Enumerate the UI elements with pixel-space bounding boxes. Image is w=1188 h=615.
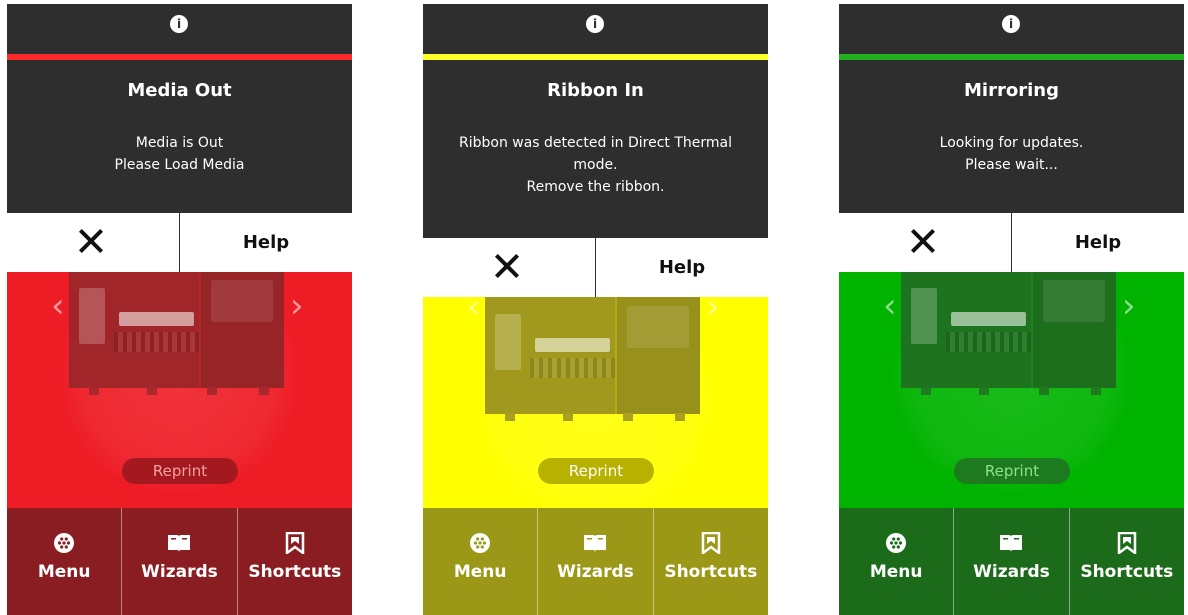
alert-actions: Help [839, 213, 1184, 272]
bookmark-icon [1117, 532, 1137, 554]
reprint-button[interactable]: Reprint [538, 458, 654, 484]
book-icon [584, 535, 607, 552]
alert-title: Ribbon In [547, 80, 644, 101]
wizards-button[interactable]: Wizards [537, 508, 652, 615]
shortcuts-button[interactable]: Shortcuts [1068, 508, 1184, 615]
printer-image [69, 270, 284, 395]
close-icon [908, 226, 938, 256]
alert-message: Ribbon was detected in Direct Thermal mo… [423, 132, 768, 198]
wizards-button[interactable]: Wizards [953, 508, 1068, 615]
dismiss-button[interactable] [423, 238, 596, 297]
close-icon [492, 251, 522, 281]
wizards-label: Wizards [973, 562, 1050, 582]
reprint-button[interactable]: Reprint [122, 458, 238, 484]
close-icon [76, 226, 106, 256]
menu-label: Menu [453, 562, 507, 582]
help-button[interactable]: Help [596, 238, 768, 297]
status-stripe [423, 54, 768, 60]
alert-message-line: Please Load Media [114, 157, 245, 173]
bottom-nav: Menu Wizards Shortcuts [423, 508, 768, 615]
printer-image [485, 296, 700, 421]
wizards-button[interactable]: Wizards [121, 508, 236, 615]
bookmark-icon [285, 532, 305, 554]
status-stripe [7, 54, 352, 60]
alert-title: Mirroring [964, 80, 1059, 101]
alert-message-line: Please wait... [965, 157, 1058, 173]
alert-header: i Ribbon In Ribbon was detected in Direc… [423, 4, 768, 238]
shortcuts-button[interactable]: Shortcuts [652, 508, 768, 615]
reprint-button[interactable]: Reprint [954, 458, 1070, 484]
menu-label: Menu [869, 562, 923, 582]
bookmark-icon [701, 532, 721, 554]
help-button[interactable]: Help [180, 213, 352, 272]
dismiss-button[interactable] [7, 213, 180, 272]
shortcuts-label: Shortcuts [1080, 562, 1174, 582]
info-icon[interactable]: i [586, 15, 604, 33]
alert-message-line: Ribbon was detected in Direct Thermal [458, 135, 733, 151]
alert-message-line: mode. [573, 157, 618, 173]
chevron-right-icon[interactable]: › [290, 289, 304, 323]
wizards-label: Wizards [141, 562, 218, 582]
book-icon [1000, 535, 1023, 552]
chevron-left-icon[interactable]: ‹ [883, 289, 897, 323]
info-icon[interactable]: i [1002, 15, 1020, 33]
menu-button[interactable]: Menu [7, 508, 121, 615]
status-panel-mirroring: ‹ › Reprint Menu Wizards Shortcuts i Mir… [839, 4, 1184, 615]
status-stripe [839, 54, 1184, 60]
info-icon[interactable]: i [170, 15, 188, 33]
dismiss-button[interactable] [839, 213, 1012, 272]
printer-image [901, 270, 1116, 395]
shortcuts-label: Shortcuts [248, 562, 342, 582]
wizards-label: Wizards [557, 562, 634, 582]
menu-icon [54, 533, 75, 553]
status-panel-media-out: ‹ › Reprint Menu Wizards Shortcuts i Med… [7, 4, 352, 615]
alert-header: i Mirroring Looking for updates. Please … [839, 4, 1184, 213]
alert-message-line: Looking for updates. [939, 135, 1084, 151]
book-icon [168, 535, 191, 552]
alert-actions: Help [7, 213, 352, 272]
menu-button[interactable]: Menu [423, 508, 537, 615]
alert-title: Media Out [127, 80, 232, 101]
bottom-nav: Menu Wizards Shortcuts [7, 508, 352, 615]
alert-actions: Help [423, 238, 768, 297]
alert-header: i Media Out Media is Out Please Load Med… [7, 4, 352, 213]
status-panel-ribbon-in: ‹ › Reprint Menu Wizards Shortcuts i Rib… [423, 4, 768, 615]
shortcuts-button[interactable]: Shortcuts [236, 508, 352, 615]
alert-message: Looking for updates. Please wait... [839, 132, 1184, 176]
menu-button[interactable]: Menu [839, 508, 953, 615]
chevron-left-icon[interactable]: ‹ [51, 289, 65, 323]
help-button[interactable]: Help [1012, 213, 1184, 272]
bottom-nav: Menu Wizards Shortcuts [839, 508, 1184, 615]
chevron-right-icon[interactable]: › [1122, 289, 1136, 323]
menu-icon [886, 533, 907, 553]
menu-icon [470, 533, 491, 553]
alert-message-line: Media is Out [135, 135, 224, 151]
shortcuts-label: Shortcuts [664, 562, 758, 582]
menu-label: Menu [37, 562, 91, 582]
alert-message: Media is Out Please Load Media [7, 132, 352, 176]
alert-message-line: Remove the ribbon. [526, 179, 665, 195]
